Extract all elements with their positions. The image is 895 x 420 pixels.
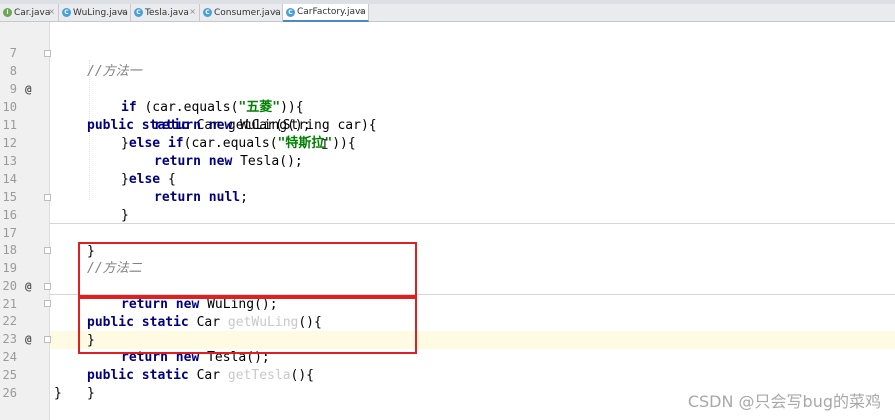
fold-toggle-icon[interactable] [44,283,51,290]
close-icon[interactable]: × [189,7,196,16]
highlight-box-getwuling [78,242,417,297]
class-icon: C [203,8,212,17]
tab-label: CarFactory.java [297,7,366,17]
class-icon: C [134,8,143,17]
code-line-14[interactable]: 14 return null; [0,153,895,205]
text-cursor-icon: I [321,138,329,153]
code-line-7[interactable]: 7 //方法一 [0,27,895,79]
tab-car-java[interactable]: I Car.java × [0,4,59,21]
fold-toggle-icon[interactable] [44,336,51,343]
fold-toggle-icon[interactable] [44,300,51,307]
code-line-12[interactable]: 12 return new Tesla(); [0,117,895,169]
fold-toggle-icon[interactable] [44,194,51,201]
tab-consumer-java[interactable]: C Consumer.java × [200,4,283,21]
close-icon[interactable]: × [120,7,127,16]
code-line-9[interactable]: 9 if (car.equals("五菱")){ [0,63,895,115]
code-line-8[interactable]: 8 @ public static Car getCar(String car)… [0,45,895,133]
code-line-10[interactable]: 10 return new WuLing(); [0,81,895,133]
watermark: CSDN @只会写bug的菜鸡 [687,392,881,411]
code-text: } [87,385,95,401]
code-line-15[interactable]: 15 } [0,171,895,223]
tab-tesla-java[interactable]: C Tesla.java × [131,4,200,21]
close-icon[interactable]: × [48,7,55,16]
tab-wuling-java[interactable]: C WuLing.java × [59,4,131,21]
class-icon: C [286,7,295,17]
code-line-13[interactable]: 13 }else { [0,135,895,187]
code-text: } [54,385,62,401]
interface-icon: I [3,8,12,17]
tab-carfactory-java[interactable]: C CarFactory.java × [283,4,369,22]
editor-tab-bar: I Car.java × C WuLing.java × C Tesla.jav… [0,0,895,22]
tab-label: Car.java [14,7,51,18]
close-icon[interactable]: × [358,7,365,16]
fold-toggle-icon[interactable] [44,50,51,57]
close-icon[interactable]: × [272,7,279,16]
code-line-17[interactable]: 17 [0,207,895,240]
code-line-11[interactable]: 11 }else if(car.equals("特斯拉")){ [0,99,895,151]
code-line-18[interactable]: 18 //方法二 [0,224,895,276]
highlight-box-gettesla [78,297,417,354]
tab-label: Consumer.java [214,7,281,18]
fold-toggle-icon[interactable] [44,247,51,254]
line-number: 26 [2,385,17,400]
tab-label: Tesla.java [145,7,189,18]
class-icon: C [62,8,71,17]
code-line-26[interactable]: 26 [0,367,895,400]
code-line-16[interactable]: 16 } [0,189,895,259]
